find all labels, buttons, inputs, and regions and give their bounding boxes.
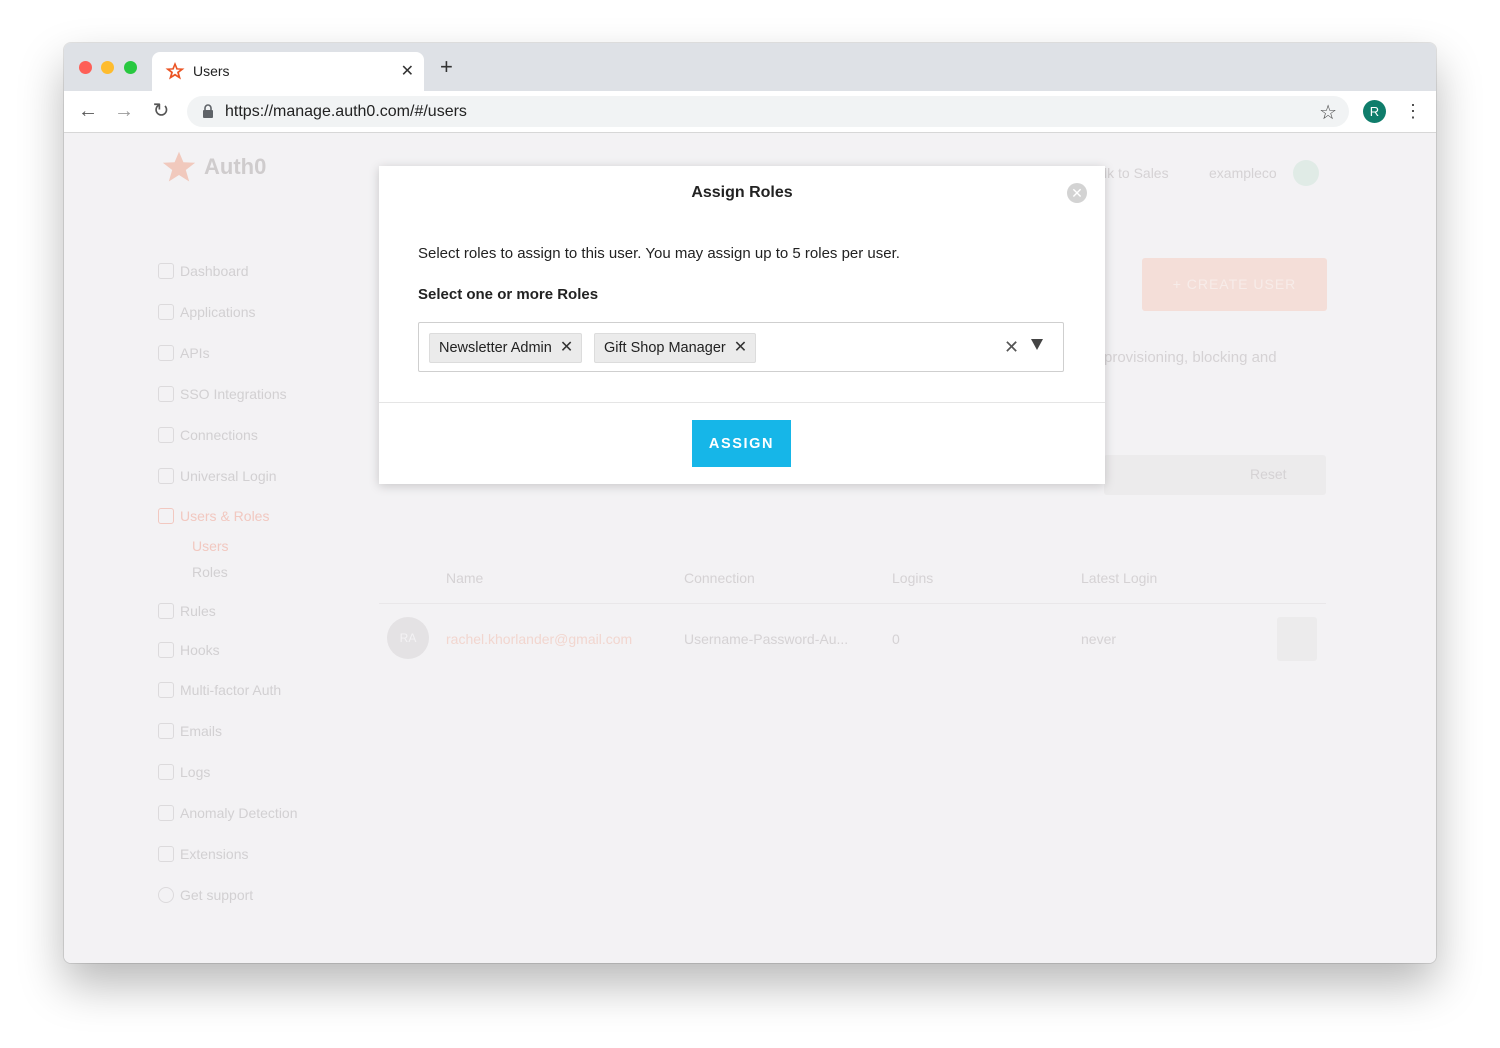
sidebar-item-dashboard[interactable]: Dashboard <box>158 263 249 279</box>
browser-menu-icon[interactable]: ⋮ <box>1404 99 1422 123</box>
brand-name: Auth0 <box>204 154 267 179</box>
forward-arrow-icon[interactable]: → <box>112 99 136 123</box>
minimize-window-button[interactable] <box>101 61 114 74</box>
bookmark-star-icon[interactable]: ☆ <box>1319 100 1337 125</box>
reload-icon[interactable]: ↻ <box>149 99 173 123</box>
column-header-latest-login: Latest Login <box>1081 570 1158 586</box>
sidebar-item-applications[interactable]: Applications <box>158 304 256 320</box>
sidebar-subitem-roles[interactable]: Roles <box>192 564 228 580</box>
user-row-avatar: RA <box>387 617 429 659</box>
connections-icon <box>158 427 174 443</box>
sidebar-item-anomaly-detection[interactable]: Anomaly Detection <box>158 805 298 821</box>
sidebar-item-rules[interactable]: Rules <box>158 603 216 619</box>
sidebar-item-emails[interactable]: Emails <box>158 723 222 739</box>
users-icon <box>158 508 174 524</box>
sidebar-item-get-support[interactable]: Get support <box>158 887 253 903</box>
dropdown-arrow-icon[interactable] <box>1031 339 1043 350</box>
table-divider <box>379 603 1326 604</box>
assign-button[interactable]: ASSIGN <box>692 420 791 467</box>
logs-icon <box>158 764 174 780</box>
sidebar-item-hooks[interactable]: Hooks <box>158 642 220 658</box>
column-header-connection: Connection <box>684 570 755 586</box>
role-chip-gift-shop-manager: Gift Shop Manager ✕ <box>594 333 757 363</box>
remove-role-icon[interactable]: ✕ <box>734 340 747 356</box>
user-row-logins: 0 <box>892 631 900 647</box>
roles-field-label: Select one or more Roles <box>418 286 599 303</box>
create-user-button[interactable]: + CREATE USER <box>1142 258 1327 311</box>
search-bar[interactable]: Reset <box>1104 455 1326 495</box>
user-row-connection: Username-Password-Au... <box>684 631 849 647</box>
remove-role-icon[interactable]: ✕ <box>560 340 573 356</box>
browser-window: Users ✕ + ← → ↻ https://manage.auth0.com… <box>64 43 1436 963</box>
auth0-favicon-icon <box>165 62 185 80</box>
user-avatar[interactable] <box>1293 160 1319 186</box>
address-bar[interactable]: https://manage.auth0.com/#/users ☆ <box>187 96 1349 127</box>
tab-bar: Users ✕ + <box>64 43 1436 91</box>
universal-login-icon <box>158 468 174 484</box>
lock-icon <box>203 104 213 118</box>
url-text: https://manage.auth0.com/#/users <box>225 103 467 120</box>
role-chip-label: Gift Shop Manager <box>604 340 726 356</box>
sidebar-subitem-users[interactable]: Users <box>192 538 229 554</box>
sidebar-item-universal-login[interactable]: Universal Login <box>158 468 277 484</box>
page-description: provisioning, blocking and <box>1104 349 1277 366</box>
close-tab-icon[interactable]: ✕ <box>401 61 414 81</box>
auth0-logo: Auth0 <box>162 150 266 184</box>
sidebar-item-multifactor-auth[interactable]: Multi-factor Auth <box>158 682 281 698</box>
talk-to-sales-link[interactable]: lk to Sales <box>1104 165 1169 181</box>
browser-toolbar: ← → ↻ https://manage.auth0.com/#/users ☆… <box>64 91 1436 133</box>
sidebar-item-apis[interactable]: APIs <box>158 345 210 361</box>
tab-title: Users <box>193 63 230 79</box>
rules-icon <box>158 603 174 619</box>
back-arrow-icon[interactable]: ← <box>76 99 100 123</box>
assign-roles-modal: Assign Roles ✕ Select roles to assign to… <box>379 166 1105 484</box>
new-tab-icon[interactable]: + <box>440 56 453 78</box>
maximize-window-button[interactable] <box>124 61 137 74</box>
heart-icon <box>158 805 174 821</box>
apis-icon <box>158 345 174 361</box>
close-window-button[interactable] <box>79 61 92 74</box>
sidebar-item-connections[interactable]: Connections <box>158 427 258 443</box>
clear-all-icon[interactable]: ✕ <box>1004 336 1019 358</box>
auth0-logo-icon <box>162 151 196 182</box>
browser-tab-users[interactable]: Users ✕ <box>152 52 424 91</box>
role-chip-label: Newsletter Admin <box>439 340 552 356</box>
modal-description: Select roles to assign to this user. You… <box>418 245 900 262</box>
hooks-icon <box>158 642 174 658</box>
page-content: Auth0 lk to Sales exampleco Dashboard Ap… <box>64 133 1436 963</box>
row-actions-button[interactable] <box>1277 617 1317 661</box>
modal-title: Assign Roles <box>691 184 793 201</box>
roles-multiselect[interactable]: Newsletter Admin ✕ Gift Shop Manager ✕ ✕ <box>418 322 1064 372</box>
extensions-icon <box>158 846 174 862</box>
applications-icon <box>158 304 174 320</box>
role-chip-newsletter-admin: Newsletter Admin ✕ <box>429 333 583 363</box>
dashboard-icon <box>158 263 174 279</box>
sidebar-item-sso-integrations[interactable]: SSO Integrations <box>158 386 287 402</box>
reset-button[interactable]: Reset <box>1250 466 1287 482</box>
sidebar-item-extensions[interactable]: Extensions <box>158 846 248 862</box>
tenant-name[interactable]: exampleco <box>1209 165 1277 181</box>
cloud-icon <box>158 386 174 402</box>
column-header-logins: Logins <box>892 570 934 586</box>
profile-avatar[interactable]: R <box>1363 100 1386 123</box>
sidebar-item-logs[interactable]: Logs <box>158 764 210 780</box>
close-modal-icon[interactable]: ✕ <box>1067 183 1087 203</box>
phone-icon <box>158 682 174 698</box>
sidebar-item-users-roles[interactable]: Users & Roles <box>158 508 269 524</box>
user-row-latest-login: never <box>1081 631 1117 647</box>
chat-icon <box>158 887 174 903</box>
email-icon <box>158 723 174 739</box>
user-row-email[interactable]: rachel.khorlander@gmail.com <box>446 631 632 647</box>
modal-divider <box>379 402 1105 403</box>
column-header-name: Name <box>446 570 484 586</box>
